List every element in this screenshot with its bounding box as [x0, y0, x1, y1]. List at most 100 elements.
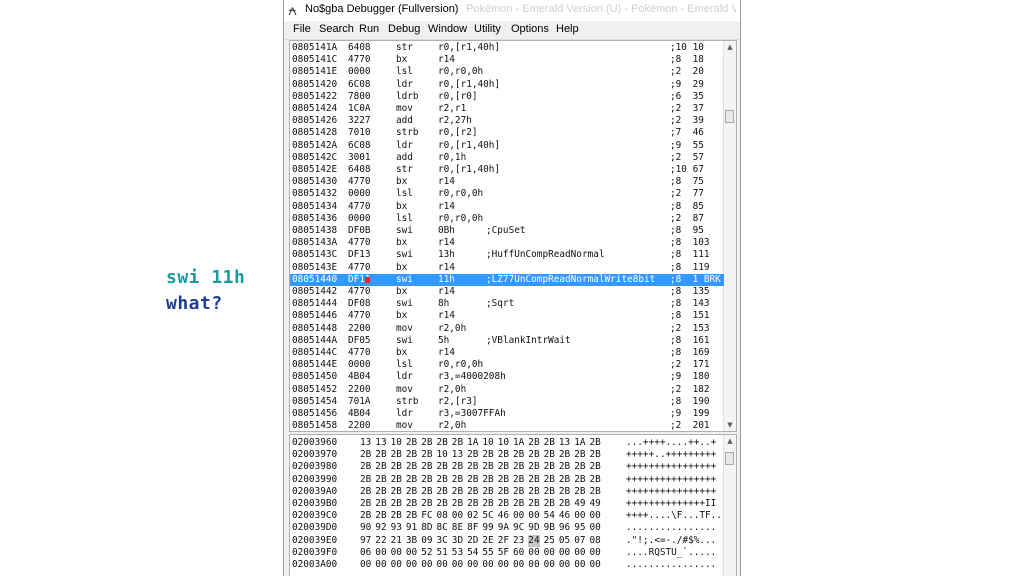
hex-byte[interactable]: 00 [590, 522, 601, 534]
hex-byte[interactable]: 2B [406, 449, 417, 461]
hex-byte[interactable]: 2B [559, 474, 570, 486]
menu-debug[interactable]: Debug [388, 23, 420, 35]
hex-byte[interactable]: 9D [528, 522, 539, 534]
hex-byte[interactable]: 2B [421, 437, 432, 449]
hex-byte[interactable]: 91 [406, 522, 417, 534]
hex-byte[interactable]: 46 [498, 510, 509, 522]
hex-byte[interactable]: 2B [360, 474, 371, 486]
hex-byte[interactable]: 22 [375, 535, 386, 547]
hex-byte[interactable]: 60 [513, 547, 524, 559]
hex-byte[interactable]: 99 [482, 522, 493, 534]
hex-byte[interactable]: 2B [391, 474, 402, 486]
hex-byte[interactable]: 2B [590, 437, 601, 449]
hex-byte[interactable]: 00 [482, 559, 493, 571]
disasm-row[interactable]: 0805144E 0000 lsl r0,r0,0h ;2 171 [290, 359, 726, 371]
hex-byte[interactable]: 2B [375, 486, 386, 498]
hex-byte[interactable]: 2B [482, 474, 493, 486]
hex-row[interactable]: 02003970 2B 2B 2B 2B 2B 10 13 2B 2B 2B 2B 2B 2B 2B 2B 2B… [290, 449, 726, 461]
hex-byte[interactable]: 2B [360, 449, 371, 461]
hex-byte[interactable]: 2B [528, 498, 539, 510]
hex-byte[interactable]: 2B [528, 461, 539, 473]
memory-hex-pane[interactable]: ▲ 02003960 13 13 10 2B 2B 2B 2B 1A 10 10 1A 2B 2B 13 1A… [289, 434, 737, 576]
hex-byte[interactable]: 2B [528, 449, 539, 461]
scroll-thumb[interactable] [725, 452, 734, 465]
disasm-row[interactable]: 08051454 701A strb r2,[r3] ;8 190 [290, 396, 726, 408]
hex-byte[interactable]: 13 [559, 437, 570, 449]
menu-file[interactable]: File [293, 23, 311, 35]
hex-byte[interactable]: 5C [482, 510, 493, 522]
hex-byte[interactable]: 92 [375, 522, 386, 534]
hex-byte[interactable]: 2B [498, 461, 509, 473]
hex-byte[interactable]: 1A [513, 437, 524, 449]
hex-byte[interactable]: 2B [482, 486, 493, 498]
hex-byte[interactable]: 2B [482, 461, 493, 473]
hex-byte[interactable]: 52 [421, 547, 432, 559]
disasm-row[interactable]: 0805142A 6C08 ldr r0,[r1,40h] ;9 55 [290, 140, 726, 152]
hex-row[interactable]: 020039F0 06 00 00 00 52 51 53 54 55 5F 60 00 00 00 00 00… [290, 547, 726, 559]
hex-row[interactable]: 020039A0 2B 2B 2B 2B 2B 2B 2B 2B 2B 2B 2B 2B 2B 2B 2B 2B… [290, 486, 726, 498]
hex-byte[interactable]: 2B [375, 461, 386, 473]
hex-byte[interactable]: 2B [421, 474, 432, 486]
hex-byte[interactable]: 2B [467, 449, 478, 461]
hex-byte[interactable]: 2B [406, 461, 417, 473]
disasm-row[interactable]: 0805141C 4770 bx r14 ;8 18 [290, 54, 726, 66]
menu-window[interactable]: Window [428, 23, 467, 35]
menu-utility[interactable]: Utility [474, 23, 501, 35]
hex-byte[interactable]: 00 [590, 547, 601, 559]
hex-byte[interactable]: 00 [391, 547, 402, 559]
hex-byte[interactable]: 2B [391, 461, 402, 473]
hex-byte[interactable]: 00 [437, 559, 448, 571]
hex-row[interactable]: 020039D0 90 92 93 91 8D 8C 8E 8F 99 9A 9C 9D 9B 96 95 00… [290, 522, 726, 534]
hex-byte[interactable]: 2B [513, 461, 524, 473]
hex-byte[interactable]: 5F [498, 547, 509, 559]
hex-byte[interactable]: 8F [467, 522, 478, 534]
hex-byte[interactable]: 93 [391, 522, 402, 534]
hex-byte[interactable]: 2B [528, 437, 539, 449]
hex-byte[interactable]: 2B [559, 461, 570, 473]
hex-byte[interactable]: 2B [482, 498, 493, 510]
disasm-row[interactable]: 0805141A 6408 str r0,[r1,40h] ;10 10 [290, 42, 726, 54]
hex-byte[interactable]: 00 [528, 547, 539, 559]
hex-byte[interactable]: 90 [360, 522, 371, 534]
menu-search[interactable]: Search [319, 23, 354, 35]
hex-byte[interactable]: 2B [513, 486, 524, 498]
hex-byte[interactable]: 9A [498, 522, 509, 534]
hex-byte[interactable]: 08 [437, 510, 448, 522]
hex-byte[interactable]: 2B [574, 474, 585, 486]
hex-byte[interactable]: 2B [482, 449, 493, 461]
disasm-row[interactable]: 0805143C DF13 swi 13h ;HuffUnCompReadNormal;… [290, 249, 726, 261]
hex-byte[interactable]: 2B [452, 461, 463, 473]
disasm-row[interactable]: 08051422 7800 ldrb r0,[r0] ;6 35 [290, 91, 726, 103]
hex-byte[interactable]: 00 [574, 547, 585, 559]
hex-byte[interactable]: 2B [544, 461, 555, 473]
hex-byte[interactable]: 2B [452, 498, 463, 510]
hex-byte[interactable]: 00 [467, 559, 478, 571]
disasm-row[interactable]: 08051444 DF08 swi 8h ;Sqrt ;8 143 [290, 298, 726, 310]
hex-byte[interactable]: 13 [360, 437, 371, 449]
hex-byte[interactable]: 2B [467, 486, 478, 498]
hex-byte[interactable]: 3B [406, 535, 417, 547]
hex-row[interactable]: 02003A00 00 00 00 00 00 00 00 00 00 00 00 00 00 00 00 00… [290, 559, 726, 571]
disasm-row[interactable]: 08051428 7010 strb r0,[r2] ;7 46 [290, 127, 726, 139]
hex-byte[interactable]: 2B [391, 449, 402, 461]
hex-row[interactable]: 02003990 2B 2B 2B 2B 2B 2B 2B 2B 2B 2B 2B 2B 2B 2B 2B 2B… [290, 474, 726, 486]
hex-byte[interactable]: 2B [375, 498, 386, 510]
hex-row[interactable]: 02003980 2B 2B 2B 2B 2B 2B 2B 2B 2B 2B 2B 2B 2B 2B 2B 2B… [290, 461, 726, 473]
hex-byte[interactable]: 9B [544, 522, 555, 534]
hex-byte[interactable]: 9C [513, 522, 524, 534]
hex-byte[interactable]: 2B [452, 486, 463, 498]
hex-byte[interactable]: 13 [452, 449, 463, 461]
hex-byte[interactable]: 2F [498, 535, 509, 547]
hex-byte[interactable]: 02 [467, 510, 478, 522]
hex-byte[interactable]: 2B [421, 498, 432, 510]
hex-byte[interactable]: 49 [590, 498, 601, 510]
hex-byte[interactable]: 2B [437, 461, 448, 473]
hex-byte[interactable]: 2B [360, 461, 371, 473]
hex-byte[interactable]: 2B [590, 449, 601, 461]
disasm-row[interactable]: 0805142C 3001 add r0,1h ;2 57 [290, 152, 726, 164]
hex-byte[interactable]: 00 [360, 559, 371, 571]
hex-byte[interactable]: 25 [544, 535, 555, 547]
hex-byte[interactable]: 00 [590, 510, 601, 522]
hex-byte[interactable]: 8E [452, 522, 463, 534]
disasm-row[interactable]: 08051442 4770 bx r14 ;8 135 [290, 286, 726, 298]
